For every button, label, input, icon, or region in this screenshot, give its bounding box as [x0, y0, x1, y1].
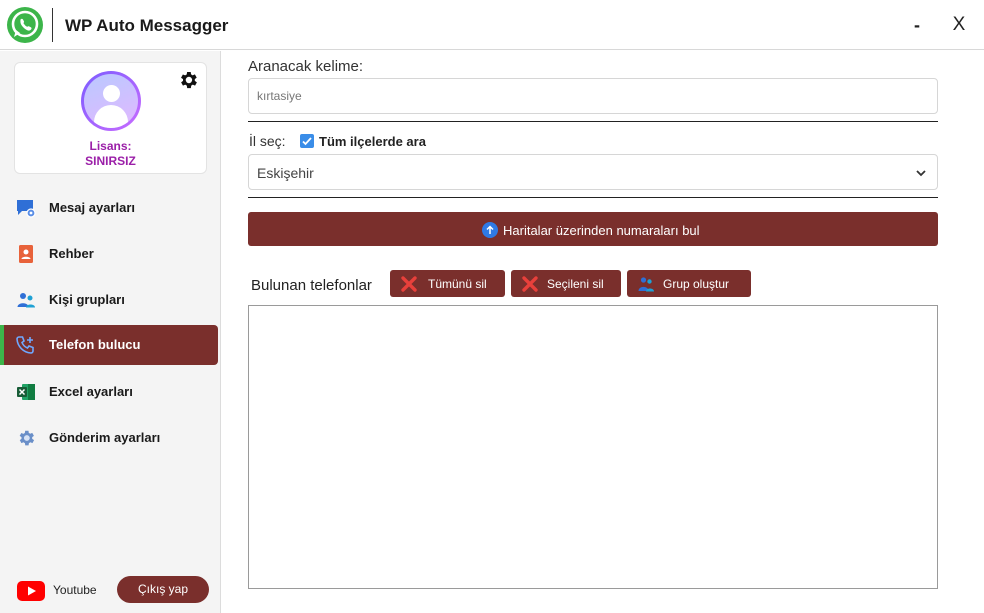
avatar[interactable]	[81, 71, 141, 131]
delete-selected-label: Seçileni sil	[547, 277, 604, 291]
sidebar-item-label: Excel ayarları	[49, 384, 133, 399]
delete-all-button[interactable]: Tümünü sil	[390, 270, 505, 297]
app-title: WP Auto Messagger	[65, 16, 229, 35]
delete-selected-button[interactable]: Seçileni sil	[511, 270, 621, 297]
divider	[248, 197, 938, 198]
sidebar-item-excel-settings[interactable]: Excel ayarları	[0, 372, 218, 412]
logout-button[interactable]: Çıkış yap	[117, 576, 209, 603]
close-button[interactable]: X	[948, 10, 970, 40]
sidebar-item-label: Kişi grupları	[49, 292, 125, 307]
all-districts-checkbox[interactable]	[300, 134, 314, 148]
create-group-label: Grup oluştur	[663, 277, 730, 291]
city-select-value: Eskişehir	[257, 165, 314, 181]
youtube-icon[interactable]	[17, 581, 45, 601]
find-numbers-button[interactable]: Haritalar üzerinden numaraları bul	[248, 212, 938, 246]
cog-icon	[19, 430, 35, 446]
whatsapp-logo-icon	[7, 7, 43, 43]
found-phones-list[interactable]	[248, 305, 938, 589]
sidebar: Lisans: SINIRSIZ Mesaj ayarları Rehber K…	[0, 51, 221, 613]
red-x-icon	[401, 276, 417, 292]
people-group-icon	[638, 277, 654, 292]
divider	[248, 121, 938, 122]
sidebar-item-label: Gönderim ayarları	[49, 430, 161, 445]
arrow-up-circle-icon	[482, 222, 498, 238]
main-panel: Aranacak kelime: İl seç: Tüm ilçelerde a…	[222, 51, 984, 613]
phone-add-icon	[16, 336, 34, 354]
create-group-button[interactable]: Grup oluştur	[627, 270, 751, 297]
license-value: SINIRSIZ	[85, 154, 136, 168]
youtube-link[interactable]: Youtube	[53, 583, 97, 597]
sidebar-item-label: Telefon bulucu	[49, 337, 141, 352]
profile-card: Lisans: SINIRSIZ	[14, 62, 207, 174]
search-keyword-input[interactable]	[248, 78, 938, 114]
found-phones-label: Bulunan telefonlar	[251, 277, 372, 294]
all-districts-label[interactable]: Tüm ilçelerde ara	[319, 134, 426, 149]
sidebar-item-label: Mesaj ayarları	[49, 200, 136, 215]
red-x-icon	[522, 276, 538, 292]
checkmark-icon	[302, 137, 312, 146]
delete-all-label: Tümünü sil	[428, 277, 487, 291]
sidebar-item-message-settings[interactable]: Mesaj ayarları	[0, 188, 218, 228]
chevron-down-icon	[916, 170, 926, 177]
find-numbers-label: Haritalar üzerinden numaraları bul	[503, 223, 700, 238]
people-group-icon	[17, 293, 35, 308]
sidebar-item-phone-finder[interactable]: Telefon bulucu	[0, 325, 218, 365]
title-bar: WP Auto Messagger - X	[0, 0, 984, 50]
title-separator	[52, 8, 53, 42]
sidebar-item-sending-settings[interactable]: Gönderim ayarları	[0, 418, 218, 458]
user-avatar-icon	[84, 74, 138, 128]
minimize-button[interactable]: -	[906, 10, 928, 40]
sidebar-item-contact-groups[interactable]: Kişi grupları	[0, 280, 218, 320]
contacts-book-icon	[19, 245, 33, 263]
city-select[interactable]: Eskişehir	[248, 154, 938, 190]
city-label: İl seç:	[249, 133, 286, 149]
message-settings-icon	[17, 200, 36, 218]
sidebar-item-contacts[interactable]: Rehber	[0, 234, 218, 274]
license-label: Lisans:	[89, 139, 132, 153]
search-keyword-label: Aranacak kelime:	[248, 58, 364, 75]
gear-icon[interactable]	[177, 69, 199, 91]
excel-icon	[17, 384, 35, 400]
sidebar-item-label: Rehber	[49, 246, 94, 261]
